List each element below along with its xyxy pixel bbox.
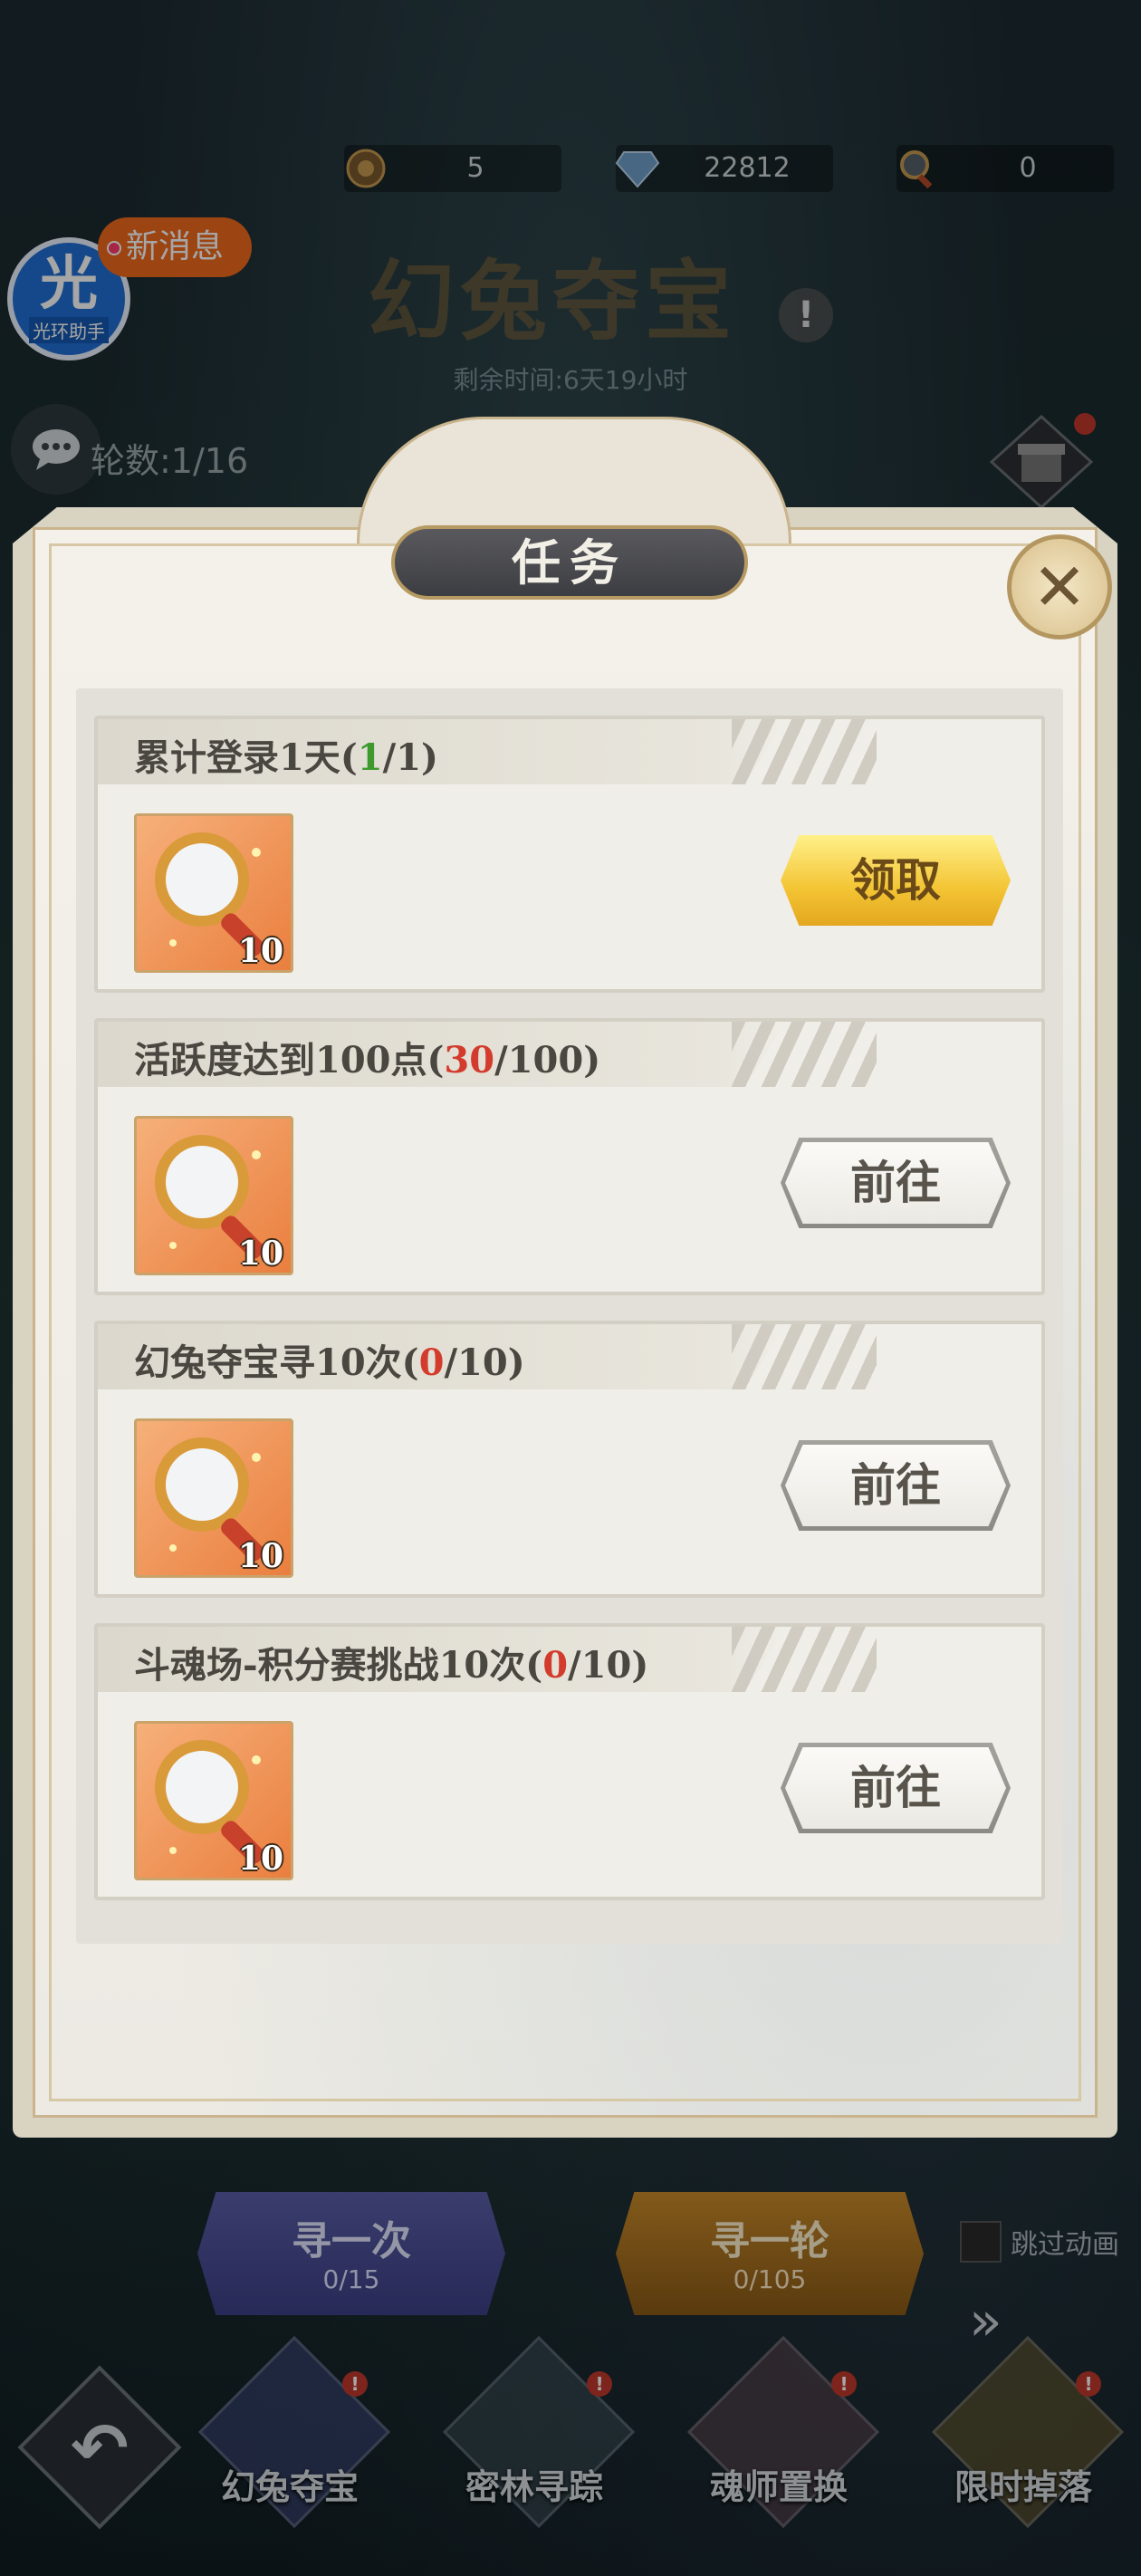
reward-count: 10 (237, 932, 283, 970)
task-title: 累计登录1天(1/1) (134, 736, 438, 779)
close-button[interactable]: ✕ (1007, 534, 1112, 639)
close-icon: ✕ (1031, 549, 1088, 625)
reward-count: 10 (237, 1840, 283, 1878)
task-row: 累计登录1天(1/1) 10 领取 (94, 716, 1045, 993)
go-button[interactable]: 前往 (781, 1138, 1011, 1228)
reward-count: 10 (237, 1235, 283, 1273)
task-row: 斗魂场-积分赛挑战10次(0/10) 10 前往 (94, 1623, 1045, 1900)
modal-title: 任务 (391, 525, 748, 600)
reward-item[interactable]: 10 (134, 1116, 293, 1275)
modal-crest (357, 417, 791, 543)
reward-count: 10 (237, 1537, 283, 1575)
task-modal: 任务 ✕ 累计登录1天(1/1) 10 领取 活跃度达到100点(30/100)… (13, 417, 1117, 2138)
task-title: 活跃度达到100点(30/100) (134, 1039, 601, 1081)
task-row: 活跃度达到100点(30/100) 10 前往 (94, 1018, 1045, 1295)
reward-item[interactable]: 10 (134, 1418, 293, 1578)
task-row: 幻兔夺宝寻10次(0/10) 10 前往 (94, 1321, 1045, 1598)
task-title: 幻兔夺宝寻10次(0/10) (134, 1341, 525, 1384)
claim-button[interactable]: 领取 (781, 835, 1011, 926)
reward-item[interactable]: 10 (134, 813, 293, 973)
task-list: 累计登录1天(1/1) 10 领取 活跃度达到100点(30/100) 10 前… (76, 688, 1063, 1944)
go-button[interactable]: 前往 (781, 1440, 1011, 1531)
reward-item[interactable]: 10 (134, 1721, 293, 1880)
task-title: 斗魂场-积分赛挑战10次(0/10) (134, 1644, 649, 1687)
go-button[interactable]: 前往 (781, 1743, 1011, 1833)
